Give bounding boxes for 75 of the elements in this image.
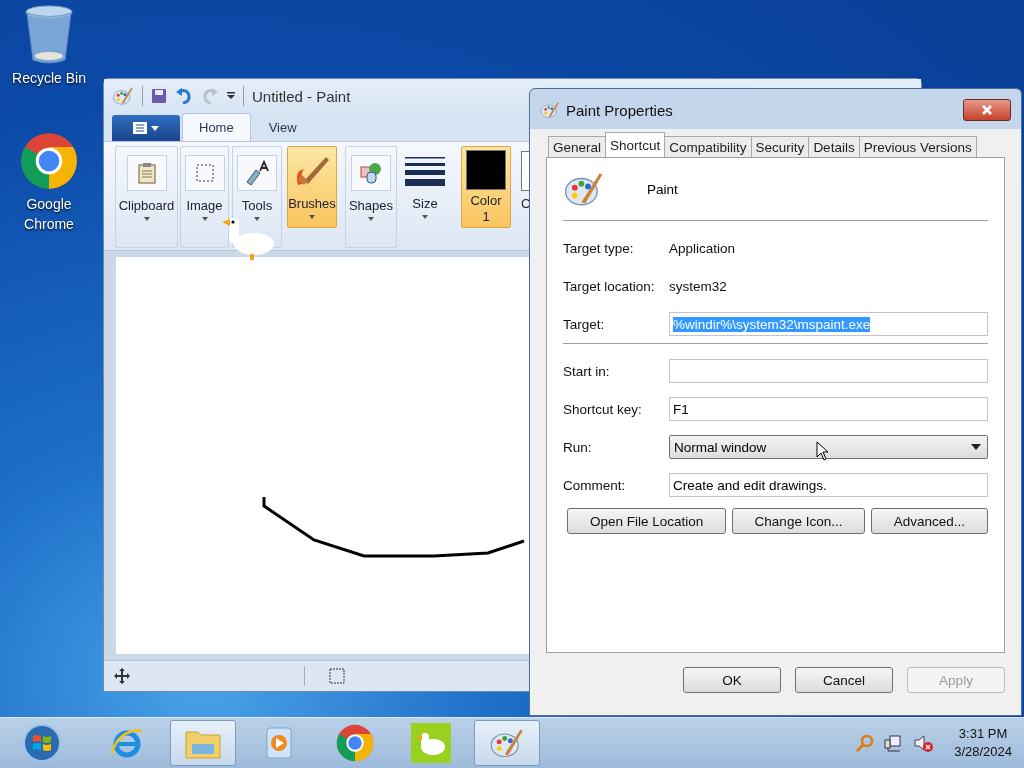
volume-muted-icon[interactable]	[914, 734, 935, 752]
dialog-tab[interactable]: Details	[808, 136, 860, 157]
ribbon-button[interactable]: Brushes	[287, 146, 337, 228]
input-field[interactable]: Create and edit drawings.	[669, 473, 988, 497]
dialog-button[interactable]: Cancel	[795, 667, 893, 693]
field-label: Shortcut key:	[563, 401, 643, 417]
paint-app-icon	[540, 100, 560, 120]
dialog-button[interactable]: Change Icon...	[731, 508, 866, 534]
undo-icon[interactable]	[175, 88, 193, 104]
windows-logo-icon	[22, 723, 62, 763]
caret-icon	[971, 444, 981, 450]
app-name: Paint	[647, 181, 678, 197]
ribbon-tab[interactable]: View	[252, 113, 313, 141]
shapes-icon	[359, 161, 383, 185]
caret-icon	[368, 217, 374, 221]
dialog-title: Paint Properties	[566, 101, 674, 119]
caret-icon	[143, 217, 150, 221]
save-icon[interactable]	[151, 88, 167, 104]
start-button[interactable]	[20, 721, 64, 765]
line-sizes-icon	[405, 155, 445, 187]
caret-icon	[201, 217, 208, 221]
ribbon-button[interactable]: Shapes	[345, 146, 397, 248]
menu-icon	[131, 121, 161, 135]
search-icon[interactable]	[856, 734, 875, 752]
desktop-icon-label: Google Chrome	[23, 195, 75, 234]
chrome-icon	[336, 724, 374, 762]
file-menu-button[interactable]	[112, 115, 180, 141]
field-label: Target location:	[563, 278, 656, 294]
ribbon-button[interactable]: Size	[401, 146, 449, 228]
dialog-tab[interactable]: Security	[750, 136, 810, 157]
input-field[interactable]	[669, 359, 988, 383]
ribbon-tab[interactable]: Home	[182, 113, 251, 141]
ribbon-button[interactable]: Image	[180, 146, 229, 248]
goose-icon	[411, 723, 451, 763]
pencil-letter-icon	[244, 160, 270, 186]
field-label: Run:	[563, 439, 593, 455]
mouse-pointer-icon	[816, 441, 829, 461]
dialog-tab[interactable]: Compatibility	[664, 136, 752, 157]
dialog-button[interactable]: OK	[683, 667, 781, 693]
ribbon-button[interactable]: Color 1	[461, 146, 511, 228]
close-icon	[981, 104, 993, 116]
dialog-button[interactable]: Open File Location	[567, 508, 727, 534]
recycle-bin-icon	[24, 4, 74, 64]
caret-icon	[254, 217, 260, 221]
selection-icon	[194, 163, 215, 183]
dialog-tab[interactable]: Shortcut	[605, 132, 666, 157]
color-swatch	[466, 149, 506, 190]
dialog-tab[interactable]: Previous Versions	[858, 136, 977, 157]
chrome-icon	[20, 132, 78, 190]
dialog-button[interactable]: Advanced...	[870, 508, 988, 534]
media-player-icon	[265, 726, 293, 760]
close-button[interactable]	[963, 99, 1011, 121]
clipboard-icon	[137, 162, 156, 184]
field-label: Target:	[563, 316, 606, 332]
input-field[interactable]: F1	[669, 397, 988, 421]
field-label: Target type:	[563, 240, 635, 256]
ribbon-button[interactable]: Clipboard	[115, 146, 178, 248]
clock-time[interactable]: 3:31 PM	[958, 725, 1008, 743]
dropdown-field[interactable]: Normal window	[669, 435, 988, 459]
desktop-icon-label: Recycle Bin	[11, 69, 87, 88]
field-value: system32	[669, 278, 727, 294]
field-label: Comment:	[563, 477, 627, 493]
move-cursor-icon	[114, 668, 130, 684]
clock-date[interactable]: 3/28/2024	[954, 743, 1012, 761]
caret-icon	[422, 215, 428, 219]
field-value: Application	[669, 240, 736, 256]
selection-size-icon	[329, 668, 345, 684]
taskbar-app-button[interactable]	[474, 720, 540, 766]
dropdown-caret-icon[interactable]	[227, 92, 235, 100]
dialog-tab[interactable]: General	[548, 136, 607, 157]
paint-app-icon	[112, 85, 134, 107]
taskbar-app-button[interactable]	[170, 720, 236, 766]
window-title: Untitled - Paint	[252, 87, 351, 105]
caret-icon	[309, 215, 315, 219]
field-label: Start in:	[563, 363, 611, 379]
